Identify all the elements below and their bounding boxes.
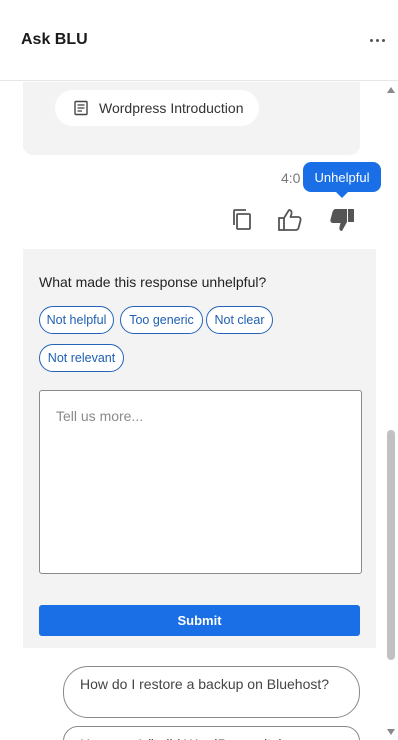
- source-chip-wordpress-introduction[interactable]: Wordpress Introduction: [55, 90, 260, 126]
- suggestion-restore-backup[interactable]: How do I restore a backup on Bluehost?: [63, 666, 360, 718]
- sources-card: Wordpress Introduction: [23, 82, 360, 155]
- thumbs-up-icon: [278, 209, 302, 231]
- copy-button[interactable]: [228, 206, 256, 234]
- message-timestamp: 4:0: [281, 170, 301, 186]
- more-horizontal-icon: [369, 38, 373, 42]
- copy-icon: [233, 209, 251, 230]
- submit-button[interactable]: Submit: [39, 605, 360, 636]
- feedback-option-not-helpful[interactable]: Not helpful: [39, 306, 114, 334]
- feedback-option-not-clear[interactable]: Not clear: [206, 306, 273, 334]
- source-chip-label: Wordpress Introduction: [99, 100, 244, 116]
- document-icon: [74, 100, 88, 116]
- feedback-option-not-relevant[interactable]: Not relevant: [39, 344, 124, 372]
- scrollbar-thumb[interactable]: [387, 430, 395, 660]
- chat-header: Ask BLU: [0, 0, 398, 81]
- chat-scroll-area: Wordpress Introduction 4:0 Unhelpful Wha…: [0, 82, 384, 740]
- like-button[interactable]: [276, 206, 304, 234]
- feedback-question: What made this response unhelpful?: [39, 274, 267, 290]
- unhelpful-tooltip: Unhelpful: [303, 162, 381, 192]
- more-options-button[interactable]: [362, 30, 392, 50]
- suggestion-partial[interactable]: How can I (build WordPress site)...: [63, 726, 360, 740]
- dislike-button[interactable]: [328, 206, 356, 234]
- page-title: Ask BLU: [21, 31, 88, 48]
- feedback-textarea[interactable]: [39, 390, 362, 574]
- feedback-panel: What made this response unhelpful? Not h…: [23, 249, 376, 648]
- scroll-down-arrow-icon[interactable]: [387, 729, 395, 735]
- scroll-up-arrow-icon[interactable]: [387, 87, 395, 93]
- tooltip-arrow: [336, 192, 348, 198]
- feedback-option-too-generic[interactable]: Too generic: [120, 306, 203, 334]
- scrollbar[interactable]: [384, 82, 398, 740]
- thumbs-down-icon: [330, 209, 354, 231]
